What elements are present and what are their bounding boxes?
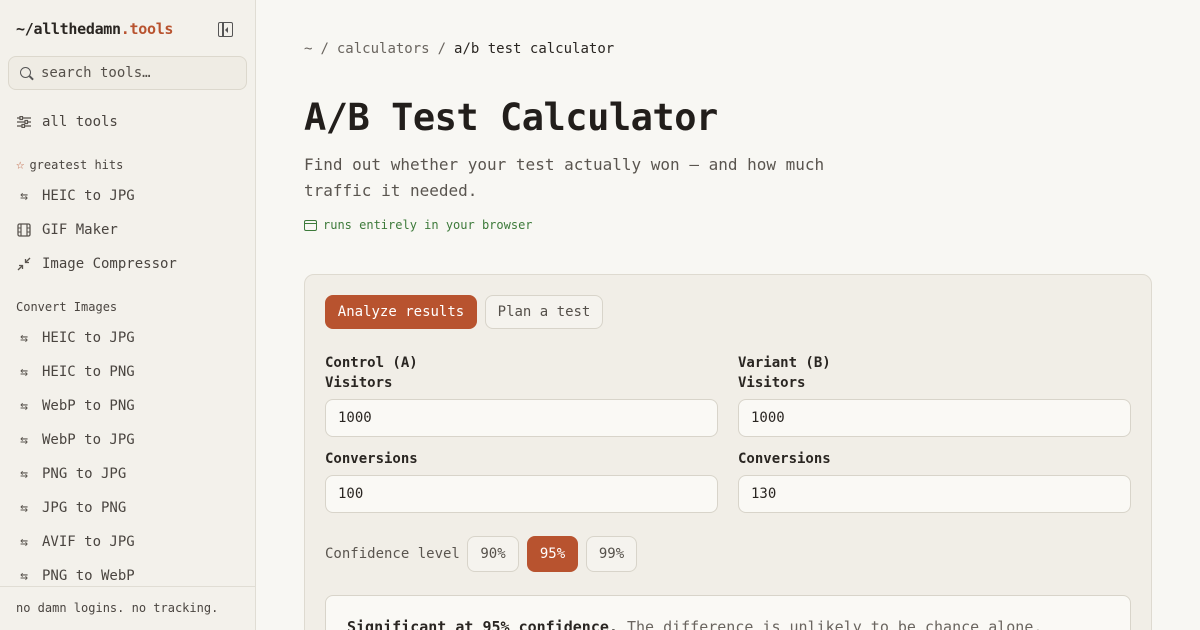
brand-logo[interactable]: ~/allthedamn.tools <box>16 20 173 38</box>
breadcrumb-root[interactable]: ~ <box>304 41 312 57</box>
film-icon <box>16 222 32 238</box>
control-group-title: Control (A) <box>325 355 418 371</box>
search-placeholder: search tools… <box>41 65 151 81</box>
badge-text: runs entirely in your browser <box>323 218 533 232</box>
breadcrumb: ~ / calculators / a/b test calculator <box>304 41 614 57</box>
control-visitors-label: Visitors <box>325 375 393 391</box>
calculator-card: Analyze results Plan a test Control (A) … <box>304 274 1152 630</box>
sidebar-item-label: JPG to PNG <box>42 500 127 516</box>
footer-text: no damn logins. no tracking. <box>16 601 219 615</box>
sidebar-item-label: PNG to JPG <box>42 466 127 482</box>
arrows-swap-icon: ⇆ <box>20 534 28 550</box>
browser-icon <box>304 219 317 231</box>
arrows-swap-icon: ⇆ <box>20 398 28 414</box>
result-headline: Significant at 95% confidence. <box>347 618 618 630</box>
sidebar-item-avif-to-jpg[interactable]: ⇆ AVIF to JPG <box>16 532 135 552</box>
arrows-swap-icon: ⇆ <box>20 330 28 346</box>
sliders-icon <box>16 114 32 130</box>
sidebar-item-label: Image Compressor <box>42 256 177 272</box>
confidence-level-label: Confidence level <box>325 546 460 562</box>
arrows-swap-icon: ⇆ <box>20 568 28 584</box>
variant-visitors-input[interactable]: 1000 <box>738 399 1131 437</box>
confidence-option-99[interactable]: 99% <box>586 536 637 572</box>
variant-conversions-value: 130 <box>751 486 777 502</box>
page-subtitle: Find out whether your test actually won … <box>304 155 825 200</box>
arrows-swap-icon: ⇆ <box>20 364 28 380</box>
sidebar-item-webp-to-jpg[interactable]: ⇆ WebP to JPG <box>16 430 135 450</box>
variant-visitors-value: 1000 <box>751 410 785 426</box>
search-input[interactable]: search tools… <box>8 56 247 90</box>
control-visitors-value: 1000 <box>338 410 372 426</box>
breadcrumb-separator: / <box>320 41 329 57</box>
arrows-swap-icon: ⇆ <box>20 466 28 482</box>
arrows-swap-icon: ⇆ <box>20 432 28 448</box>
breadcrumb-parent[interactable]: calculators <box>337 41 430 57</box>
section-title: greatest hits <box>29 158 124 172</box>
sidebar-item-label: WebP to JPG <box>42 432 135 448</box>
sidebar-item-all-tools[interactable]: all tools <box>16 112 118 132</box>
page-title: A/B Test Calculator <box>304 96 718 139</box>
sidebar-item-heic-to-jpg[interactable]: ⇆ HEIC to JPG <box>16 328 135 348</box>
section-convert-images: Convert Images <box>16 300 117 314</box>
brand-prefix: ~/allthedamn <box>16 20 121 38</box>
result-detail: The difference is unlikely to be chance … <box>626 618 1043 630</box>
sidebar-item-label: AVIF to JPG <box>42 534 135 550</box>
control-conversions-label: Conversions <box>325 451 418 467</box>
control-conversions-input[interactable]: 100 <box>325 475 718 513</box>
tab-plan-a-test[interactable]: Plan a test <box>485 295 603 329</box>
sidebar-item-heic-to-jpg[interactable]: ⇆ HEIC to JPG <box>16 186 135 206</box>
section-title: Convert Images <box>16 300 118 314</box>
variant-group-title: Variant (B) <box>738 355 831 371</box>
section-greatest-hits: ☆ greatest hits <box>16 157 123 173</box>
sidebar-item-label: GIF Maker <box>42 222 118 238</box>
sidebar-item-png-to-jpg[interactable]: ⇆ PNG to JPG <box>16 464 126 484</box>
sidebar-item-label: WebP to PNG <box>42 398 135 414</box>
breadcrumb-separator: / <box>437 41 447 57</box>
arrows-swap-icon: ⇆ <box>20 500 28 516</box>
sidebar-item-label: HEIC to PNG <box>42 364 135 380</box>
variant-conversions-label: Conversions <box>738 451 831 467</box>
sidebar-item-png-to-webp[interactable]: ⇆ PNG to WebP <box>16 566 135 586</box>
local-processing-badge: runs entirely in your browser <box>304 218 533 232</box>
sidebar-item-gif-maker[interactable]: GIF Maker <box>16 220 118 240</box>
variant-visitors-label: Visitors <box>738 375 806 391</box>
result-text: Significant at 95% confidence. The diffe… <box>347 618 1042 630</box>
sidebar-item-jpg-to-png[interactable]: ⇆ JPG to PNG <box>16 498 126 518</box>
sidebar-collapse-icon[interactable] <box>218 22 233 37</box>
sidebar-item-image-compressor[interactable]: Image Compressor <box>16 254 177 274</box>
breadcrumb-current: a/b test calculator <box>454 41 615 57</box>
sidebar-item-heic-to-png[interactable]: ⇆ HEIC to PNG <box>16 362 135 382</box>
sidebar-item-webp-to-png[interactable]: ⇆ WebP to PNG <box>16 396 135 416</box>
search-icon <box>20 67 31 78</box>
variant-conversions-input[interactable]: 130 <box>738 475 1131 513</box>
sidebar-footer: no damn logins. no tracking. <box>0 586 255 630</box>
sidebar-item-label: HEIC to JPG <box>42 330 135 346</box>
control-visitors-input[interactable]: 1000 <box>325 399 718 437</box>
control-conversions-value: 100 <box>338 486 364 502</box>
sidebar: ~/allthedamn.tools search tools… all too… <box>0 0 256 630</box>
confidence-option-95[interactable]: 95% <box>527 536 578 572</box>
sidebar-item-label: all tools <box>42 114 118 130</box>
result-panel: Significant at 95% confidence. The diffe… <box>325 595 1131 630</box>
arrows-swap-icon: ⇆ <box>20 188 28 204</box>
tab-analyze-results[interactable]: Analyze results <box>325 295 477 329</box>
compress-icon <box>16 256 32 272</box>
confidence-option-90[interactable]: 90% <box>467 536 519 572</box>
sidebar-item-label: PNG to WebP <box>42 568 135 584</box>
brand-suffix: .tools <box>120 20 174 38</box>
sidebar-item-label: HEIC to JPG <box>42 188 135 204</box>
star-icon: ☆ <box>16 157 25 173</box>
